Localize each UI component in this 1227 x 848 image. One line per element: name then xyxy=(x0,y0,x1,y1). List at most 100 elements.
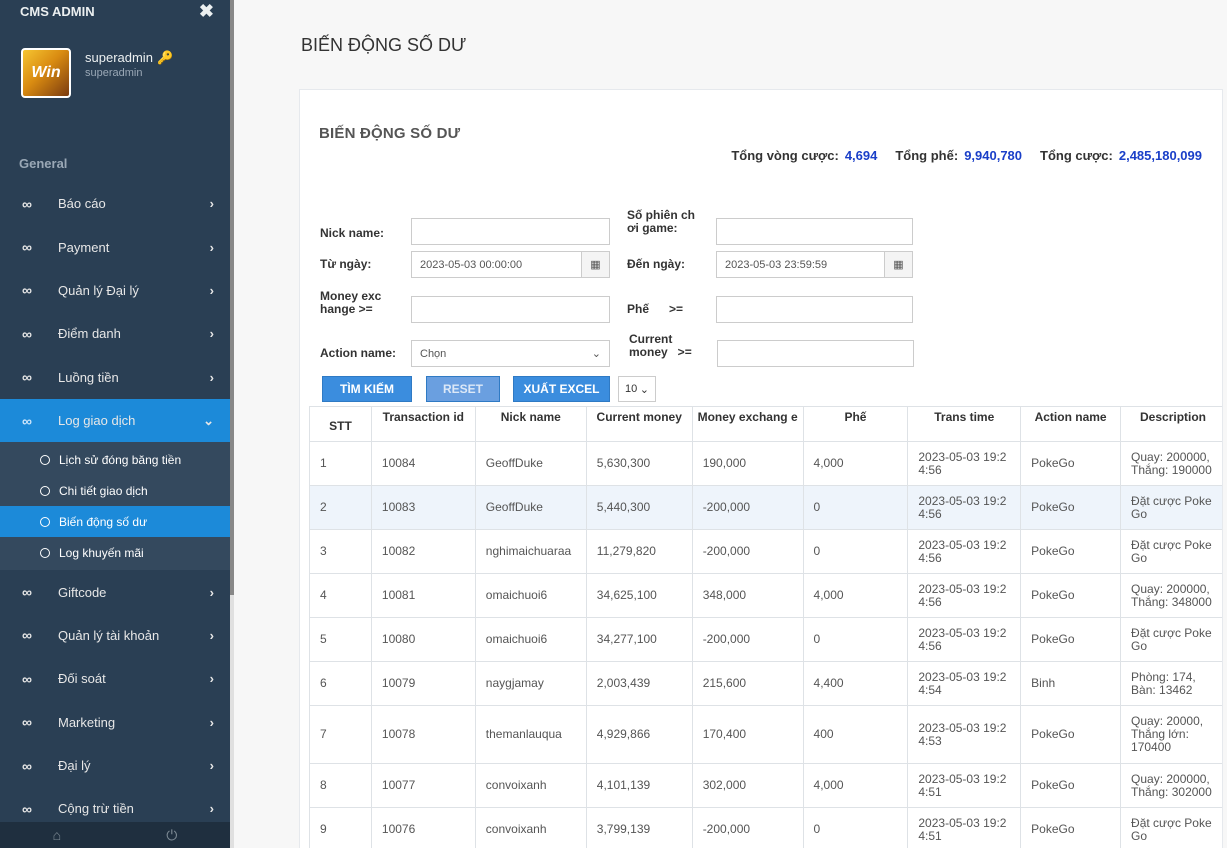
table-row[interactable]: 7 10078 themanlauqua 4,929,866 170,400 4… xyxy=(309,705,1222,764)
table-row[interactable]: 4 10081 omaichuoi6 34,625,100 348,000 4,… xyxy=(309,573,1222,618)
totals-bar: Tổng vòng cược: 4,694 Tổng phế: 9,940,780 … xyxy=(713,148,1202,163)
avatar[interactable]: Win xyxy=(21,48,71,98)
cell-money-exchange: 190,000 xyxy=(691,441,804,486)
cell-trans-time: 2023-05-03 19:2 4:54 xyxy=(907,661,1022,706)
from-date-input[interactable]: 2023-05-03 00:00:00 ▦ xyxy=(411,251,610,278)
total-value: 2,485,180,099 xyxy=(1118,148,1202,163)
sidebar-item-label: Quản lý tài khoản xyxy=(58,627,160,643)
col-header[interactable]: Trans time xyxy=(907,406,1022,442)
subitem-label: Lịch sử đóng băng tiền xyxy=(59,452,182,467)
sidebar-item-label: Báo cáo xyxy=(58,196,106,212)
table-row[interactable]: 5 10080 omaichuoi6 34,277,100 -200,000 0… xyxy=(309,617,1222,662)
current-label-line1: Current xyxy=(629,332,673,346)
cell-action-name: Binh xyxy=(1020,661,1122,706)
cell-stt: 4 xyxy=(309,573,372,618)
to-date-input[interactable]: 2023-05-03 23:59:59 ▦ xyxy=(716,251,913,278)
subitem-lich-su-dong-bang-tien[interactable]: Lịch sử đóng băng tiền xyxy=(0,444,230,475)
chevron-right-icon: › xyxy=(209,326,214,342)
key-icon: 🔑 xyxy=(156,50,174,65)
cell-current-money: 5,440,300 xyxy=(585,485,693,530)
total-value: 9,940,780 xyxy=(964,148,1023,163)
sidebar-item-giftcode[interactable]: ∞ Giftcode › xyxy=(0,570,230,613)
action-name-select[interactable]: Chọn ⌄ xyxy=(411,340,610,367)
sidebar-item-dai-ly[interactable]: ∞ Đại lý › xyxy=(0,744,230,787)
cell-description: Đặt cược Poke Go xyxy=(1120,807,1222,848)
table-row[interactable]: 3 10082 nghimaichuaraa 11,279,820 -200,0… xyxy=(309,529,1222,574)
search-button[interactable]: TÌM KIẾM xyxy=(322,376,412,402)
nickname-label: Nick name: xyxy=(320,226,385,240)
sidebar-item-quan-ly-dai-ly[interactable]: ∞ Quản lý Đại lý › xyxy=(0,269,230,312)
sidebar-item-doi-soat[interactable]: ∞ Đối soát › xyxy=(0,657,230,700)
circle-icon xyxy=(40,547,50,558)
cell-transaction-id: 10078 xyxy=(370,705,476,764)
cell-phe: 4,400 xyxy=(802,661,909,706)
current-money-input[interactable] xyxy=(717,340,914,367)
cell-action-name: PokeGo xyxy=(1020,763,1122,808)
total-label: Tổng cược: xyxy=(1040,148,1113,163)
sidebar-item-payment[interactable]: ∞ Payment › xyxy=(0,225,230,268)
cell-trans-time: 2023-05-03 19:2 4:56 xyxy=(907,441,1022,486)
cell-nickname: nghimaichuaraa xyxy=(474,529,587,574)
cell-description: Quay: 200000, Thắng: 190000 xyxy=(1120,441,1222,486)
page-size-select[interactable]: 10 ⌄ xyxy=(618,376,656,402)
col-header[interactable]: Money exchang e xyxy=(691,406,804,442)
sidebar-item-bao-cao[interactable]: ∞ Báo cáo › xyxy=(0,182,230,225)
cell-description: Đặt cược Poke Go xyxy=(1120,485,1222,530)
subitem-log-khuyen-mai[interactable]: Log khuyến mãi xyxy=(0,537,230,568)
col-header[interactable]: Action name xyxy=(1020,406,1122,442)
chevron-right-icon: › xyxy=(209,196,214,212)
cell-trans-time: 2023-05-03 19:2 4:53 xyxy=(907,705,1022,764)
col-header[interactable]: Current money xyxy=(585,406,693,442)
cell-current-money: 34,625,100 xyxy=(585,573,693,618)
content-panel: BIẾN ĐỘNG SỐ DƯ Tổng vòng cược: 4,694 Tổn… xyxy=(299,89,1223,848)
circle-icon xyxy=(40,485,50,496)
power-icon[interactable]: ⏻ xyxy=(166,827,177,844)
table-row[interactable]: 6 10079 naygjamay 2,003,439 215,600 4,40… xyxy=(309,661,1222,706)
profile-subtitle: superadmin xyxy=(85,67,143,79)
subitem-bien-dong-so-du[interactable]: Biến động số dư xyxy=(0,506,230,538)
col-header[interactable]: STT xyxy=(309,406,372,442)
cell-action-name: PokeGo xyxy=(1020,617,1122,662)
table-row[interactable]: 9 10076 convoixanh 3,799,139 -200,000 0 … xyxy=(309,807,1222,848)
reset-button[interactable]: RESET xyxy=(426,376,500,402)
table-row[interactable]: 8 10077 convoixanh 4,101,139 302,000 4,0… xyxy=(309,763,1222,808)
cell-transaction-id: 10079 xyxy=(370,661,476,706)
col-header[interactable]: Nick name xyxy=(474,406,587,442)
cell-trans-time: 2023-05-03 19:2 4:51 xyxy=(907,763,1022,808)
col-header[interactable]: Phế xyxy=(802,406,909,442)
cell-description: Quay: 200000, Thắng: 302000 xyxy=(1120,763,1222,808)
sidebar-item-marketing[interactable]: ∞ Marketing › xyxy=(0,701,230,744)
from-date-value: 2023-05-03 00:00:00 xyxy=(420,259,523,271)
sidebar-item-luong-tien[interactable]: ∞ Luồng tiền › xyxy=(0,356,230,399)
chevron-right-icon: › xyxy=(209,584,214,600)
col-header[interactable]: Description xyxy=(1120,406,1222,442)
table-row[interactable]: 1 10084 GeoffDuke 5,630,300 190,000 4,00… xyxy=(309,441,1222,486)
sidebar-item-label: Luồng tiền xyxy=(58,369,119,385)
close-icon[interactable]: ✖ xyxy=(199,1,214,22)
phe-input[interactable] xyxy=(716,296,913,323)
sidebar-item-diem-danh[interactable]: ∞ Điểm danh › xyxy=(0,312,230,355)
cell-stt: 8 xyxy=(309,763,372,808)
nickname-input[interactable] xyxy=(411,218,610,245)
home-icon[interactable]: ⌂ xyxy=(53,827,61,843)
subitem-chi-tiet-giao-dich[interactable]: Chi tiết giao dịch xyxy=(0,475,230,506)
calendar-icon[interactable]: ▦ xyxy=(884,252,912,277)
cell-trans-time: 2023-05-03 19:2 4:56 xyxy=(907,485,1022,530)
infinity-icon: ∞ xyxy=(22,670,32,687)
export-excel-button[interactable]: XUẤT EXCEL xyxy=(513,376,610,402)
chevron-right-icon: › xyxy=(209,282,214,298)
to-date-value: 2023-05-03 23:59:59 xyxy=(725,259,828,271)
scrollbar-thumb[interactable] xyxy=(230,0,234,595)
chevron-down-icon: ⌄ xyxy=(203,412,214,428)
calendar-icon[interactable]: ▦ xyxy=(581,252,609,277)
sidebar-scrollbar[interactable] xyxy=(230,0,234,848)
col-header[interactable]: Transaction id xyxy=(370,406,476,442)
money-exchange-input[interactable] xyxy=(411,296,610,323)
table-row[interactable]: 2 10083 GeoffDuke 5,440,300 -200,000 0 2… xyxy=(309,485,1222,530)
cell-current-money: 11,279,820 xyxy=(585,529,693,574)
sidebar-item-quan-ly-tai-khoan[interactable]: ∞ Quản lý tài khoản › xyxy=(0,614,230,657)
page-title: BIẾN ĐỘNG SỐ DƯ xyxy=(301,35,467,55)
session-input[interactable] xyxy=(716,218,913,245)
sidebar-item-log-giao-dich[interactable]: ∞ Log giao dịch ⌄ xyxy=(0,398,230,443)
cell-action-name: PokeGo xyxy=(1020,807,1122,848)
